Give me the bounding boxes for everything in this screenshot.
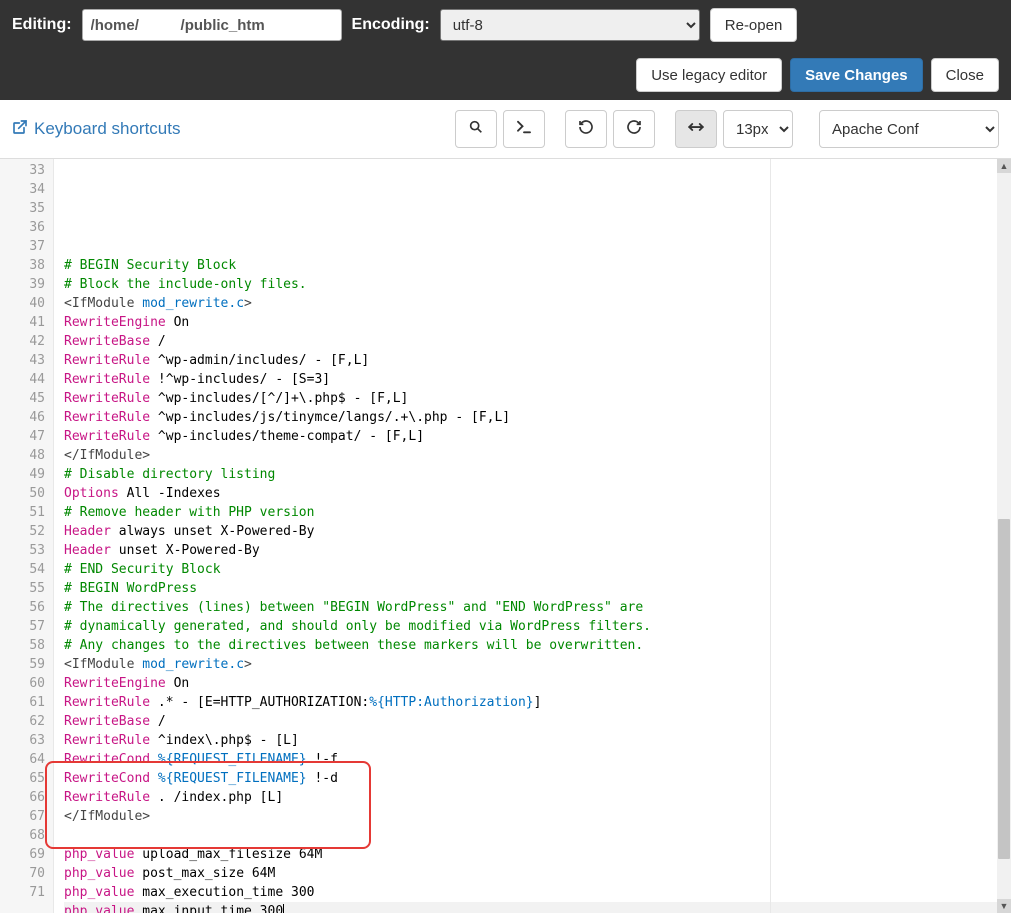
code-line[interactable]: [64, 826, 1011, 845]
vertical-scrollbar[interactable]: ▲ ▼: [997, 159, 1011, 913]
font-size-select[interactable]: 13px: [723, 110, 793, 148]
terminal-button[interactable]: [503, 110, 545, 148]
topbar-row-2: Use legacy editor Save Changes Close: [12, 58, 999, 92]
code-line[interactable]: RewriteCond %{REQUEST_FILENAME} !-f: [64, 750, 1011, 769]
code-line[interactable]: php_value post_max_size 64M: [64, 864, 1011, 883]
code-line[interactable]: Header always unset X-Powered-By: [64, 522, 1011, 541]
code-line[interactable]: RewriteRule ^wp-includes/theme-compat/ -…: [64, 427, 1011, 446]
redo-button[interactable]: [613, 110, 655, 148]
code-line[interactable]: RewriteRule ^wp-admin/includes/ - [F,L]: [64, 351, 1011, 370]
undo-button[interactable]: [565, 110, 607, 148]
code-line[interactable]: # BEGIN WordPress: [64, 579, 1011, 598]
close-button[interactable]: Close: [931, 58, 999, 92]
scrollbar-thumb[interactable]: [998, 519, 1010, 859]
code-line[interactable]: RewriteRule ^index\.php$ - [L]: [64, 731, 1011, 750]
code-line[interactable]: RewriteEngine On: [64, 313, 1011, 332]
scroll-up-arrow-icon[interactable]: ▲: [997, 159, 1011, 173]
file-path-input[interactable]: [82, 9, 342, 41]
code-line[interactable]: # Remove header with PHP version: [64, 503, 1011, 522]
language-mode-select[interactable]: Apache Conf: [819, 110, 999, 148]
search-icon: [468, 119, 484, 140]
keyboard-shortcuts-link[interactable]: Keyboard shortcuts: [12, 119, 180, 140]
code-line[interactable]: </IfModule>: [64, 807, 1011, 826]
code-line[interactable]: # Disable directory listing: [64, 465, 1011, 484]
code-line[interactable]: RewriteEngine On: [64, 674, 1011, 693]
code-line[interactable]: RewriteBase /: [64, 712, 1011, 731]
wrap-button[interactable]: [675, 110, 717, 148]
search-button[interactable]: [455, 110, 497, 148]
code-line[interactable]: RewriteCond %{REQUEST_FILENAME} !-d: [64, 769, 1011, 788]
code-line[interactable]: RewriteRule .* - [E=HTTP_AUTHORIZATION:%…: [64, 693, 1011, 712]
code-line[interactable]: # Block the include-only files.: [64, 275, 1011, 294]
redo-icon: [626, 119, 642, 140]
editing-label: Editing:: [12, 16, 72, 34]
code-editor[interactable]: 3334353637383940414243444546474849505152…: [0, 159, 1011, 913]
code-line[interactable]: RewriteRule ^wp-includes/js/tinymce/lang…: [64, 408, 1011, 427]
scroll-down-arrow-icon[interactable]: ▼: [997, 899, 1011, 913]
code-line[interactable]: [64, 237, 1011, 256]
code-line[interactable]: RewriteRule !^wp-includes/ - [S=3]: [64, 370, 1011, 389]
code-line[interactable]: RewriteRule . /index.php [L]: [64, 788, 1011, 807]
code-line[interactable]: # dynamically generated, and should only…: [64, 617, 1011, 636]
code-line[interactable]: Options All -Indexes: [64, 484, 1011, 503]
undo-icon: [578, 119, 594, 140]
use-legacy-editor-button[interactable]: Use legacy editor: [636, 58, 782, 92]
code-line[interactable]: php_value max_input_time 300: [64, 902, 1011, 913]
code-line[interactable]: </IfModule>: [64, 446, 1011, 465]
code-line[interactable]: # END Security Block: [64, 560, 1011, 579]
code-line[interactable]: RewriteRule ^wp-includes/[^/]+\.php$ - […: [64, 389, 1011, 408]
code-line[interactable]: Header unset X-Powered-By: [64, 541, 1011, 560]
save-changes-button[interactable]: Save Changes: [790, 58, 923, 92]
external-link-icon: [12, 119, 28, 140]
code-line[interactable]: # The directives (lines) between "BEGIN …: [64, 598, 1011, 617]
print-margin-guide: [770, 159, 771, 913]
code-line[interactable]: <IfModule mod_rewrite.c>: [64, 294, 1011, 313]
code-line[interactable]: php_value max_execution_time 300: [64, 883, 1011, 902]
code-line[interactable]: <IfModule mod_rewrite.c>: [64, 655, 1011, 674]
code-area[interactable]: # BEGIN Security Block# Block the includ…: [54, 159, 1011, 913]
topbar: Editing: Encoding: utf-8 Re-open Use leg…: [0, 0, 1011, 100]
editor-toolbar: Keyboard shortcuts 13px Apache Conf: [0, 100, 1011, 159]
reopen-button[interactable]: Re-open: [710, 8, 798, 42]
keyboard-shortcuts-label: Keyboard shortcuts: [34, 119, 180, 139]
code-line[interactable]: # Any changes to the directives between …: [64, 636, 1011, 655]
encoding-label: Encoding:: [352, 16, 430, 34]
code-line[interactable]: RewriteBase /: [64, 332, 1011, 351]
line-number-gutter: 3334353637383940414243444546474849505152…: [0, 159, 54, 913]
tool-group: 13px Apache Conf: [455, 110, 999, 148]
code-line[interactable]: # BEGIN Security Block: [64, 256, 1011, 275]
arrows-horizontal-icon: [687, 118, 705, 141]
encoding-select[interactable]: utf-8: [440, 9, 700, 41]
code-line[interactable]: php_value upload_max_filesize 64M: [64, 845, 1011, 864]
topbar-row-1: Editing: Encoding: utf-8 Re-open: [12, 8, 999, 42]
terminal-icon: [515, 118, 533, 141]
